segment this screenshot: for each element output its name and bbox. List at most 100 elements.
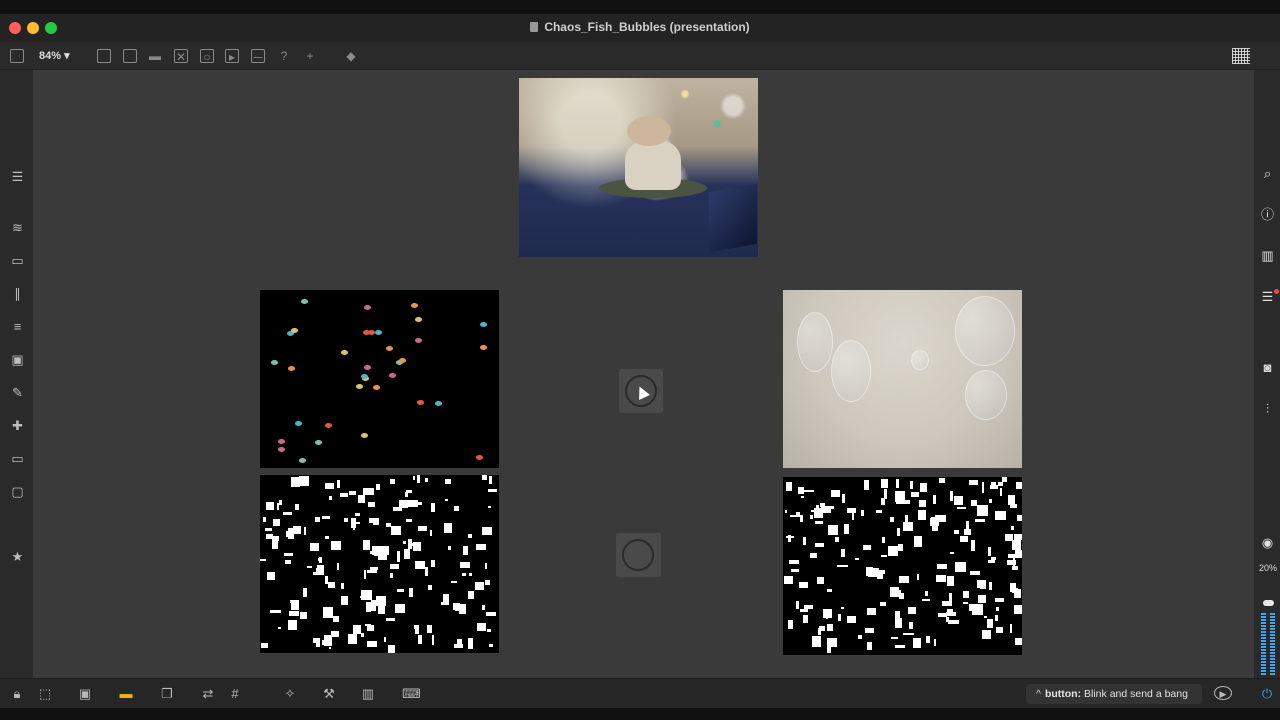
new-message-icon[interactable] bbox=[123, 49, 137, 63]
mask-blob bbox=[1012, 540, 1021, 551]
debug-icon[interactable]: ⇄ bbox=[201, 687, 215, 701]
number-box-icon[interactable]: ▸ bbox=[225, 49, 239, 64]
mask-blob bbox=[798, 581, 809, 588]
mask-blob bbox=[975, 610, 979, 616]
lock-icon[interactable]: 🔒︎ bbox=[10, 687, 24, 701]
mask-blob bbox=[476, 544, 486, 551]
meter-left-channel bbox=[1261, 613, 1266, 675]
fish-sprite bbox=[475, 454, 483, 460]
mask-blob bbox=[475, 581, 485, 590]
image-icon[interactable]: ▣ bbox=[10, 353, 25, 367]
edit-arrow-icon[interactable]: ⬚ bbox=[38, 687, 52, 701]
mask-blob bbox=[931, 524, 938, 531]
mask-blob bbox=[888, 545, 898, 557]
sequence-icon[interactable]: ≡ bbox=[10, 320, 25, 334]
layers-icon[interactable]: ≋ bbox=[10, 221, 25, 235]
stack-icon[interactable]: ❐ bbox=[160, 687, 174, 701]
mask-blob bbox=[950, 491, 953, 502]
mask-blob bbox=[424, 477, 428, 483]
help-icon[interactable]: ? bbox=[277, 49, 291, 63]
mask-blob bbox=[378, 605, 386, 615]
mask-blob bbox=[922, 598, 930, 602]
button-object-icon[interactable]: ○ bbox=[200, 49, 214, 64]
mixer-sliders-icon[interactable]: ⫶ bbox=[1260, 401, 1275, 416]
add-icon[interactable]: + bbox=[303, 49, 317, 63]
mask-blob bbox=[903, 632, 914, 635]
mask-blob bbox=[276, 502, 280, 511]
mask-blob bbox=[844, 523, 849, 534]
zoom-menu[interactable]: 84% ▾ bbox=[39, 49, 70, 62]
volume-slider-knob[interactable] bbox=[1263, 600, 1274, 606]
console-list-icon[interactable]: ☰ bbox=[1260, 289, 1275, 304]
toggle-icon[interactable]: ✕ bbox=[174, 49, 188, 64]
volume-meter[interactable] bbox=[1261, 580, 1276, 675]
audio-dot-icon[interactable]: ◉ bbox=[1260, 535, 1275, 550]
grid-view-icon[interactable] bbox=[1232, 48, 1250, 64]
mask-blob bbox=[995, 597, 1005, 602]
mask-blob bbox=[489, 475, 492, 484]
piano-icon[interactable]: ▥ bbox=[361, 687, 375, 701]
slider-icon[interactable]: ─ bbox=[251, 49, 265, 64]
mask-blob bbox=[957, 506, 966, 509]
sidebar-toggle-icon[interactable] bbox=[10, 49, 24, 63]
bang-button-bottom[interactable] bbox=[616, 533, 661, 577]
mask-blob bbox=[467, 534, 473, 539]
play-icon[interactable]: ▶ bbox=[1214, 686, 1232, 700]
mask-blob bbox=[826, 624, 834, 631]
mask-blob bbox=[846, 615, 857, 623]
mask-blob bbox=[995, 510, 1006, 520]
package-icon[interactable]: ✚ bbox=[10, 419, 25, 433]
keyboard-icon[interactable]: ⌨ bbox=[402, 687, 421, 701]
mask-blob bbox=[486, 628, 491, 633]
comment-icon[interactable]: ▬ bbox=[148, 49, 162, 63]
snippet-icon[interactable]: ▢ bbox=[10, 485, 25, 499]
mask-blob bbox=[482, 605, 486, 610]
mask-blob bbox=[456, 639, 463, 646]
fish-sprite bbox=[411, 303, 419, 309]
sparkle-icon[interactable]: ✧ bbox=[283, 687, 297, 701]
favorites-star-icon[interactable]: ★ bbox=[10, 550, 25, 564]
search-icon[interactable]: ⌕ bbox=[1260, 166, 1275, 181]
grid-icon[interactable]: # bbox=[228, 687, 242, 701]
mask-blob bbox=[340, 596, 348, 606]
mask-blob bbox=[443, 522, 452, 534]
mask-blob bbox=[955, 561, 966, 572]
mask-blob bbox=[390, 572, 394, 579]
mask-blob bbox=[946, 575, 955, 586]
mask-blob bbox=[882, 536, 886, 543]
mask-blob bbox=[786, 482, 793, 492]
mask-blob bbox=[880, 498, 886, 505]
info-icon[interactable]: ⓘ bbox=[1260, 207, 1275, 222]
bubble bbox=[955, 296, 1015, 366]
mask-blob bbox=[789, 559, 799, 564]
new-object-icon[interactable] bbox=[97, 49, 111, 63]
device-icon[interactable]: ▭ bbox=[10, 452, 25, 466]
mask-blob bbox=[995, 614, 998, 621]
mask-blob bbox=[918, 499, 925, 504]
power-icon[interactable]: ⏻ bbox=[1260, 687, 1274, 701]
audio-icon[interactable]: ∥ bbox=[10, 287, 25, 301]
mask-blob bbox=[827, 588, 832, 592]
mask-blob bbox=[337, 479, 340, 489]
mask-blob bbox=[414, 560, 426, 569]
browser-icon[interactable]: ▭ bbox=[10, 254, 25, 268]
window-icon[interactable]: ▣ bbox=[78, 687, 92, 701]
patcher-canvas[interactable] bbox=[33, 70, 1254, 678]
wrench-icon[interactable]: ⚒ bbox=[322, 687, 336, 701]
attachment-icon[interactable]: ✎ bbox=[10, 386, 25, 400]
fish-threshold-mask bbox=[260, 475, 499, 653]
paint-bucket-icon[interactable]: ◆ bbox=[344, 49, 358, 63]
mask-blob bbox=[264, 528, 273, 531]
mask-blob bbox=[796, 601, 800, 609]
reference-book-icon[interactable]: ▥ bbox=[1260, 248, 1275, 263]
status-caret: ^ bbox=[1036, 688, 1041, 700]
presentation-mode-icon[interactable]: ▬ bbox=[119, 687, 133, 701]
mask-blob bbox=[484, 563, 487, 569]
snapshot-camera-icon[interactable]: ◙ bbox=[1260, 360, 1275, 375]
mask-blob bbox=[969, 603, 972, 612]
zoom-level: 84% bbox=[39, 50, 62, 62]
fish-sprite bbox=[356, 383, 364, 389]
laptop bbox=[709, 183, 757, 253]
mask-blob bbox=[890, 636, 899, 640]
menu-icon[interactable]: ☰ bbox=[10, 170, 25, 184]
